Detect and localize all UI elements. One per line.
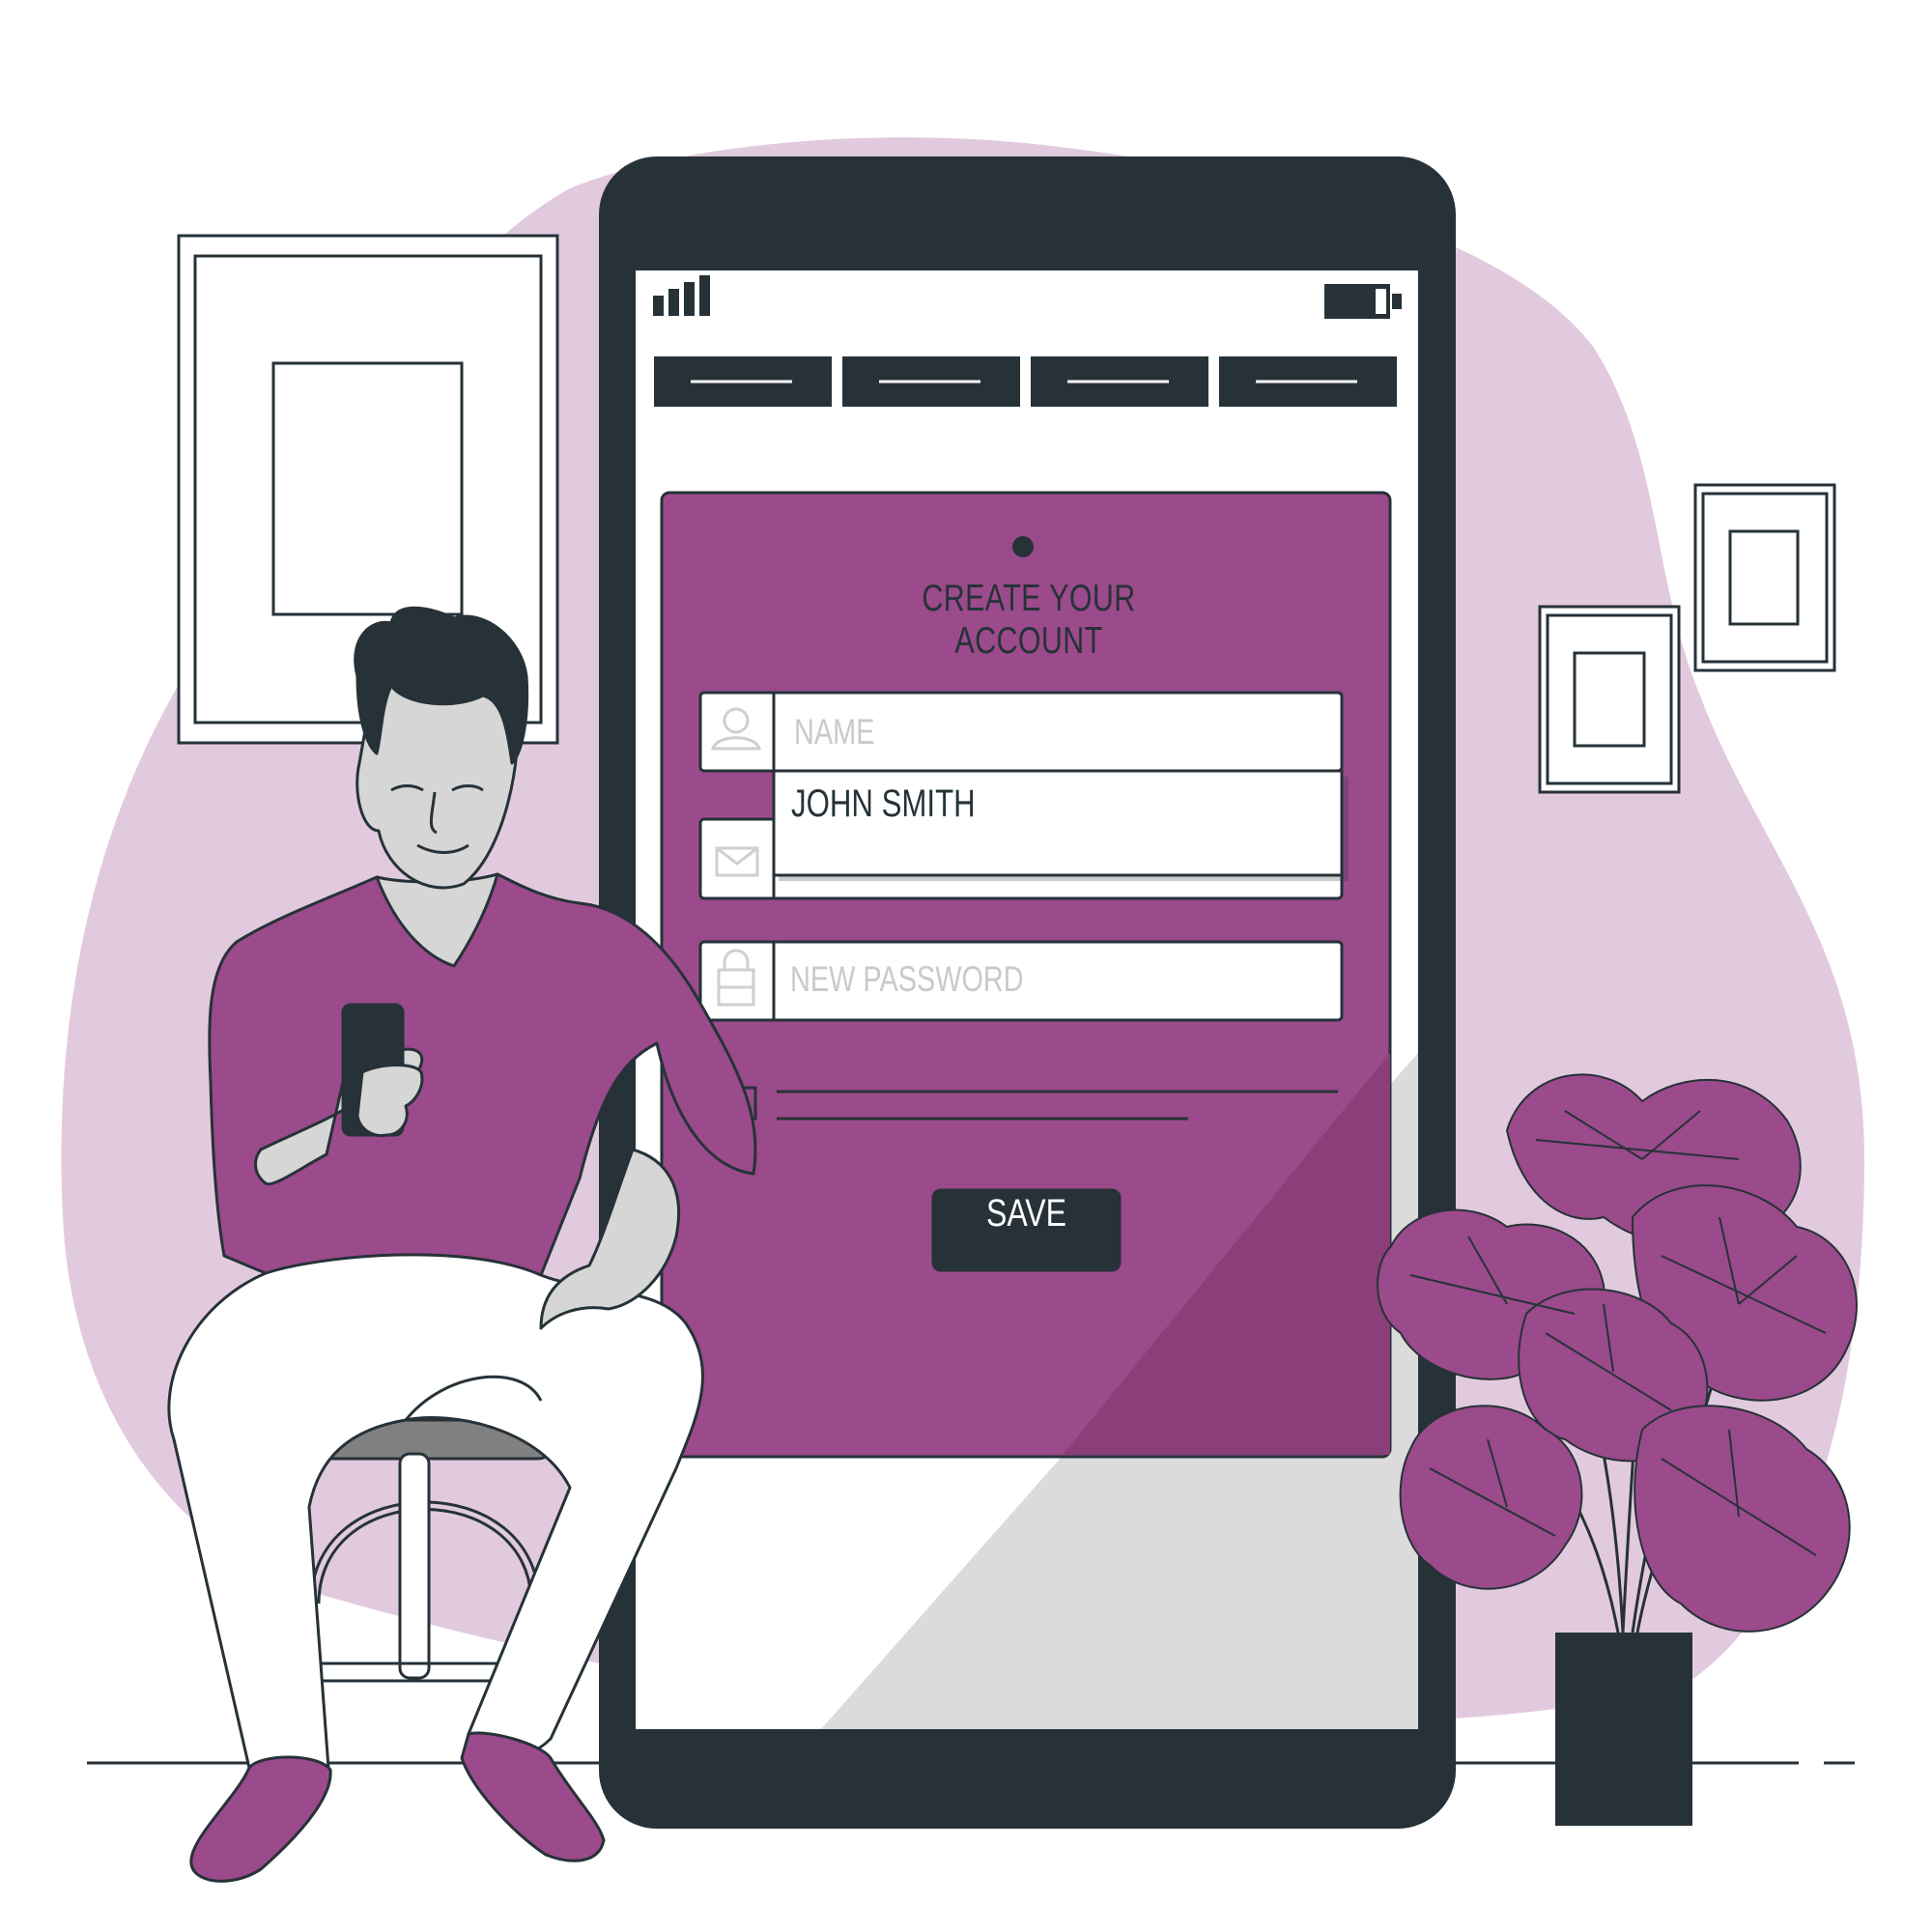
form-title: CREATE YOUR ACCOUNT [922,578,1136,662]
nav-tab-3[interactable] [1031,356,1208,407]
phone [599,156,1456,1829]
nav-tab-4[interactable] [1219,356,1397,407]
battery-icon [1324,284,1402,319]
left-shoe [189,1755,332,1883]
nav-tab-2[interactable] [842,356,1020,407]
camera-dot [1012,536,1034,557]
name-placeholder: NAME [794,712,875,752]
password-placeholder: NEW PASSWORD [790,959,1024,999]
autocomplete-option[interactable]: JOHN SMITH [791,782,976,826]
save-button[interactable] [931,1188,1122,1272]
right-shoe [460,1731,606,1862]
wall-frame-small-top [1693,483,1836,672]
nav-tab-1[interactable] [654,356,832,407]
plant-pot [1555,1633,1692,1826]
wall-frame-small-bottom [1538,605,1681,794]
